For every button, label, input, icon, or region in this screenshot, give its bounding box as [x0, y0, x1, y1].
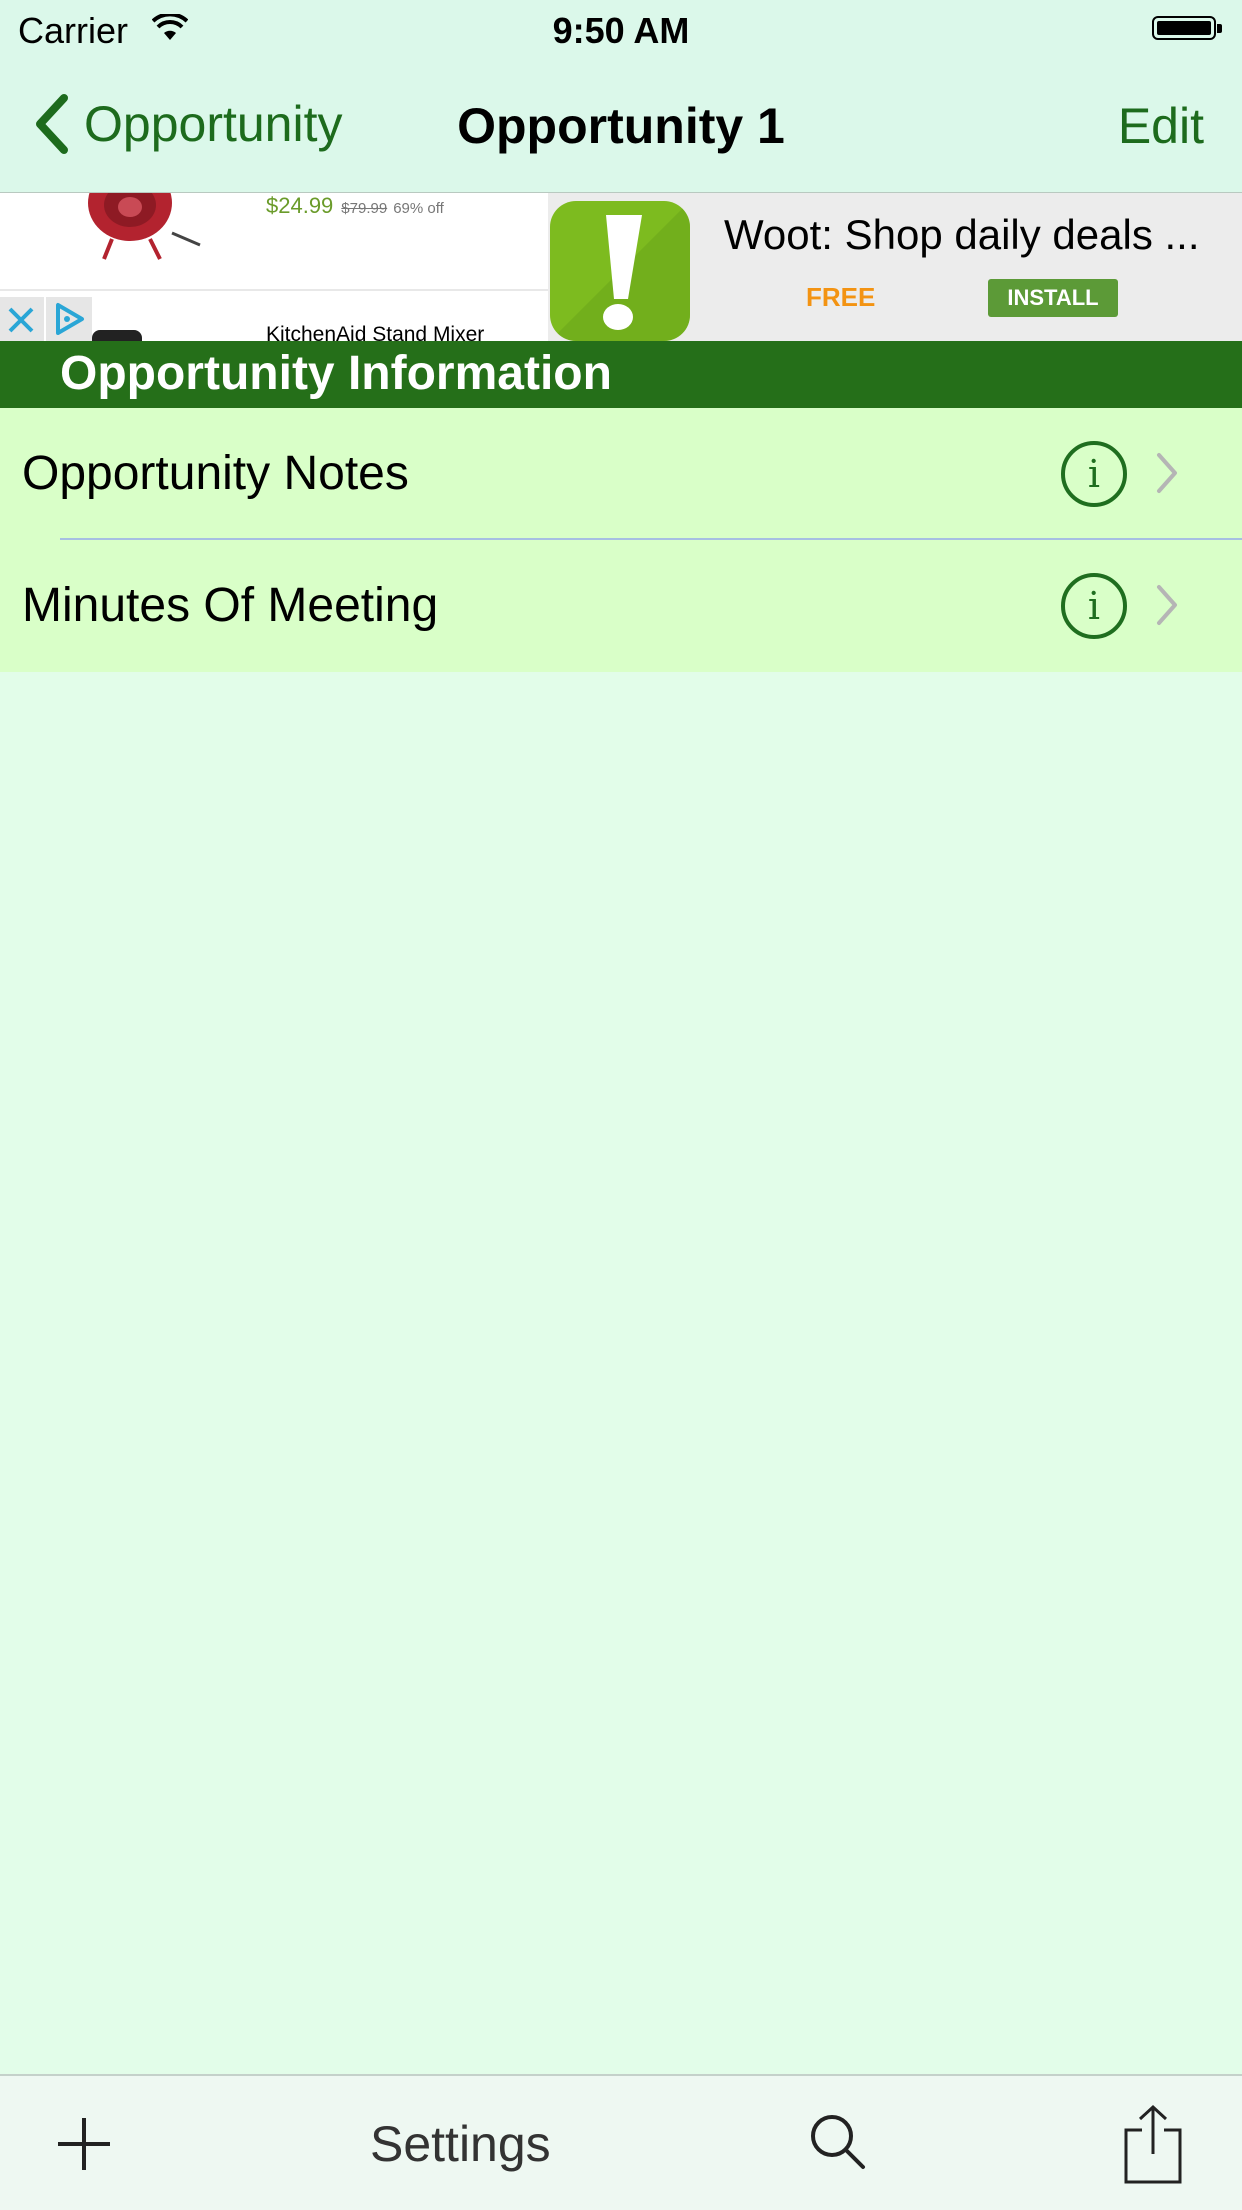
status-time: 9:50 AM: [552, 10, 690, 51]
headphones-product-image: [88, 193, 201, 260]
section-title: Opportunity Information: [60, 347, 612, 400]
ad-divider: [0, 289, 548, 291]
info-icon[interactable]: i: [1060, 572, 1128, 640]
adchoices-icon: [56, 303, 84, 335]
settings-button[interactable]: Settings: [370, 2114, 551, 2174]
ad-close-button[interactable]: [0, 297, 44, 341]
list-item-minutes-of-meeting[interactable]: Minutes Of Meeting i: [0, 540, 1242, 671]
page-title: Opportunity 1: [457, 98, 785, 154]
chevron-right-icon: [1157, 585, 1177, 625]
svg-text:i: i: [1088, 584, 1100, 628]
opportunity-list: Opportunity Notes i Minutes Of Meeting i: [0, 408, 1242, 672]
edit-button[interactable]: Edit: [1118, 96, 1204, 156]
ad-discount: 69% off: [393, 200, 444, 217]
battery-icon: [1152, 16, 1222, 42]
search-icon[interactable]: [808, 2112, 866, 2170]
add-icon[interactable]: [56, 2116, 112, 2172]
close-icon: [8, 307, 34, 333]
adchoices-button[interactable]: [46, 297, 92, 341]
svg-text:i: i: [1088, 452, 1100, 496]
navigation-bar: Carrier 9:50 AM Opportunity Opportunity …: [0, 0, 1242, 194]
ad-banner[interactable]: $24.99 $79.99 69% off KitchenAid Stand Mix…: [0, 193, 1242, 341]
status-bar: Carrier 9:50 AM: [0, 0, 1242, 62]
ad-headline: Woot: Shop daily deals ...: [724, 211, 1200, 258]
share-icon[interactable]: [1122, 2104, 1184, 2184]
ad-price: $24.99: [266, 193, 334, 218]
bottom-toolbar: Settings: [0, 2074, 1242, 2210]
section-header: Opportunity Information: [0, 341, 1242, 408]
ad-price-row: $24.99 $79.99 69% off: [266, 193, 444, 222]
app-logo-icon: [550, 201, 690, 341]
list-item-label: Opportunity Notes: [22, 447, 409, 500]
chevron-right-icon: [1157, 453, 1177, 493]
install-button[interactable]: INSTALL: [988, 279, 1118, 317]
ad-product-name: KitchenAid Stand Mixer: [266, 323, 485, 341]
mixer-product-image: [92, 330, 142, 341]
list-item-label: Minutes Of Meeting: [22, 579, 439, 632]
ad-price-label: FREE: [806, 282, 876, 312]
list-item-opportunity-notes[interactable]: Opportunity Notes i: [0, 408, 1242, 540]
info-icon[interactable]: i: [1060, 440, 1128, 508]
ad-old-price: $79.99: [341, 200, 388, 217]
